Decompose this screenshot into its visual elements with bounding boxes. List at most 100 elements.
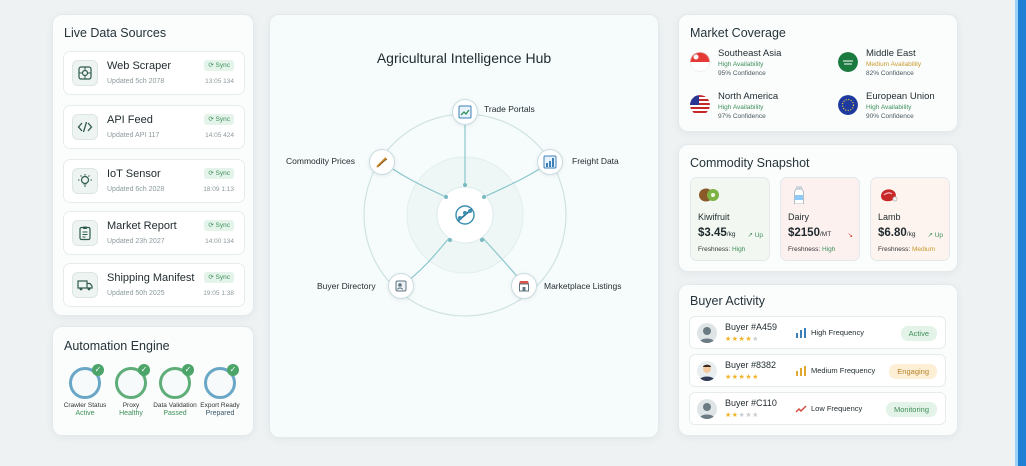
avatar	[697, 399, 717, 419]
trend-line-icon	[795, 405, 807, 413]
source-updated: Updated API 117	[107, 132, 160, 139]
buyer-frequency: Medium Frequency	[811, 366, 876, 375]
commodity-name: Dairy	[788, 212, 810, 222]
check-icon: ✓	[138, 364, 150, 376]
marketplace-listings-node-icon[interactable]	[511, 273, 537, 299]
source-name: Shipping Manifest	[107, 272, 195, 284]
progress-ring-icon: ✓	[204, 364, 239, 399]
automation-status: Active	[75, 410, 95, 417]
automation-data-validation[interactable]: ✓ Data Validation Passed	[152, 364, 198, 417]
automation-engine-title: Automation Engine	[64, 339, 170, 353]
region-southeast-asia[interactable]: Southeast Asia High Availability 95% Con…	[690, 48, 830, 82]
sync-label: Sync	[215, 116, 230, 123]
region-name: North America	[718, 91, 779, 102]
source-market-report[interactable]: Market Report Updated 23h 2027 ⟳ Sync 14…	[63, 211, 245, 255]
star-rating: ★★★★★	[725, 374, 759, 381]
truck-icon	[72, 272, 98, 298]
buyer-row-8382[interactable]: Buyer #8382 ★★★★★ Medium Frequency Engag…	[689, 354, 946, 387]
commodity-snapshot-card: Commodity Snapshot Kiwifruit $3.45/kg ↗ …	[678, 144, 958, 272]
sync-badge[interactable]: ⟳ Sync	[204, 220, 234, 231]
sync-label: Sync	[215, 170, 230, 177]
code-icon	[72, 114, 98, 140]
region-middle-east[interactable]: Middle East Medium Availability 82% Conf…	[838, 48, 978, 82]
automation-proxy[interactable]: ✓ Proxy Healthy	[108, 364, 154, 417]
region-name: Middle East	[866, 48, 916, 59]
sync-label: Sync	[215, 62, 230, 69]
region-confidence: 82% Confidence	[866, 70, 914, 77]
buyer-directory-node-icon[interactable]	[388, 273, 414, 299]
source-updated: Updated 5ch 2078	[107, 78, 165, 85]
intelligence-hub-card: Agricultural Intelligence Hub Trade Port…	[269, 14, 659, 438]
sync-badge[interactable]: ⟳ Sync	[204, 114, 234, 125]
automation-status: Prepared	[205, 410, 235, 417]
price-value: $6.80	[878, 227, 907, 239]
trend-up: ↗ Up	[747, 232, 763, 239]
source-name: API Feed	[107, 114, 153, 126]
freshness-value: High	[731, 246, 746, 253]
region-confidence: 90% Confidence	[866, 113, 914, 120]
commodity-name: Lamb	[878, 212, 901, 222]
freshness-label: Freshness:	[788, 246, 821, 253]
region-north-america[interactable]: North America High Availability 97% Conf…	[690, 91, 830, 125]
status-badge: Active	[900, 326, 937, 341]
buyer-row-c110[interactable]: Buyer #C110 ★★★★★ Low Frequency Monitori…	[689, 392, 946, 425]
status-badge: Monitoring	[885, 402, 937, 417]
hub-core-icon[interactable]	[450, 200, 480, 230]
freshness: Freshness: High	[788, 246, 835, 253]
region-availability: Medium Availability	[866, 61, 922, 68]
market-coverage-title: Market Coverage	[690, 26, 786, 40]
commodity-prices-node-icon[interactable]	[369, 149, 395, 175]
source-name: Web Scraper	[107, 60, 171, 72]
buyer-name: Buyer #C110	[725, 398, 777, 408]
commodity-dairy[interactable]: Dairy $2150/MT ↘ Freshness: High	[780, 177, 860, 261]
price-unit: /kg	[906, 231, 916, 238]
star-rating: ★★★★★	[725, 336, 759, 343]
trade-portals-node-icon[interactable]	[452, 99, 478, 125]
live-data-sources-title: Live Data Sources	[64, 26, 167, 40]
buyer-frequency: High Frequency	[811, 328, 864, 337]
status-badge: Engaging	[889, 364, 937, 379]
automation-crawler-status[interactable]: ✓ Crawler Status Active	[62, 364, 108, 417]
singapore-flag-icon	[690, 52, 710, 72]
region-name: European Union	[866, 91, 935, 102]
milk-bottle-icon	[794, 186, 804, 204]
commodity-lamb[interactable]: Lamb $6.80/kg ↗ Up Freshness: Medium	[870, 177, 950, 261]
buyer-activity-card: Buyer Activity Buyer #A459 ★★★★★ High Fr…	[678, 284, 958, 436]
commodity-price: $6.80/kg	[878, 227, 915, 239]
avatar	[697, 323, 717, 343]
clipboard-icon	[72, 220, 98, 246]
web-scraper-icon	[72, 60, 98, 86]
automation-export-ready[interactable]: ✓ Export Ready Prepared	[197, 364, 243, 417]
source-shipping-manifest[interactable]: Shipping Manifest Updated 50h 2025 ⟳ Syn…	[63, 263, 245, 307]
kiwi-icon	[699, 188, 719, 202]
sync-badge[interactable]: ⟳ Sync	[204, 272, 234, 283]
saudi-flag-icon	[838, 52, 858, 72]
buyer-row-a459[interactable]: Buyer #A459 ★★★★★ High Frequency Active	[689, 316, 946, 349]
live-data-sources-card: Live Data Sources Web Scraper Updated 5c…	[52, 14, 254, 316]
window-edge	[1018, 0, 1026, 466]
automation-status: Passed	[163, 410, 187, 417]
sync-badge[interactable]: ⟳ Sync	[204, 60, 234, 71]
sync-label: Sync	[215, 222, 230, 229]
source-iot-sensor[interactable]: IoT Sensor Updated 6ch 2028 ⟳ Sync 18:09…	[63, 159, 245, 203]
region-name: Southeast Asia	[718, 48, 782, 59]
price-unit: /MT	[819, 231, 832, 238]
commodity-snapshot-title: Commodity Snapshot	[690, 156, 810, 170]
automation-engine-card: Automation Engine ✓ Crawler Status Activ…	[52, 326, 254, 436]
usa-flag-icon	[690, 95, 710, 115]
source-web-scraper[interactable]: Web Scraper Updated 5ch 2078 ⟳ Sync 13:0…	[63, 51, 245, 95]
region-european-union[interactable]: European Union High Availability 90% Con…	[838, 91, 978, 125]
sensor-bulb-icon	[72, 168, 98, 194]
automation-label: Proxy	[122, 402, 140, 409]
commodity-name: Kiwifruit	[698, 212, 730, 222]
source-api-feed[interactable]: API Feed Updated API 117 ⟳ Sync 14:05 42…	[63, 105, 245, 149]
buyer-name: Buyer #A459	[725, 322, 778, 332]
trend-up: ↗ Up	[927, 232, 943, 239]
automation-label: Crawler Status	[63, 402, 107, 409]
region-availability: High Availability	[718, 104, 764, 111]
freight-data-node-icon[interactable]	[537, 149, 563, 175]
commodity-kiwifruit[interactable]: Kiwifruit $3.45/kg ↗ Up Freshness: High	[690, 177, 770, 261]
automation-label: Export Ready	[200, 402, 240, 409]
sync-badge[interactable]: ⟳ Sync	[204, 168, 234, 179]
automation-status: Healthy	[119, 410, 143, 417]
